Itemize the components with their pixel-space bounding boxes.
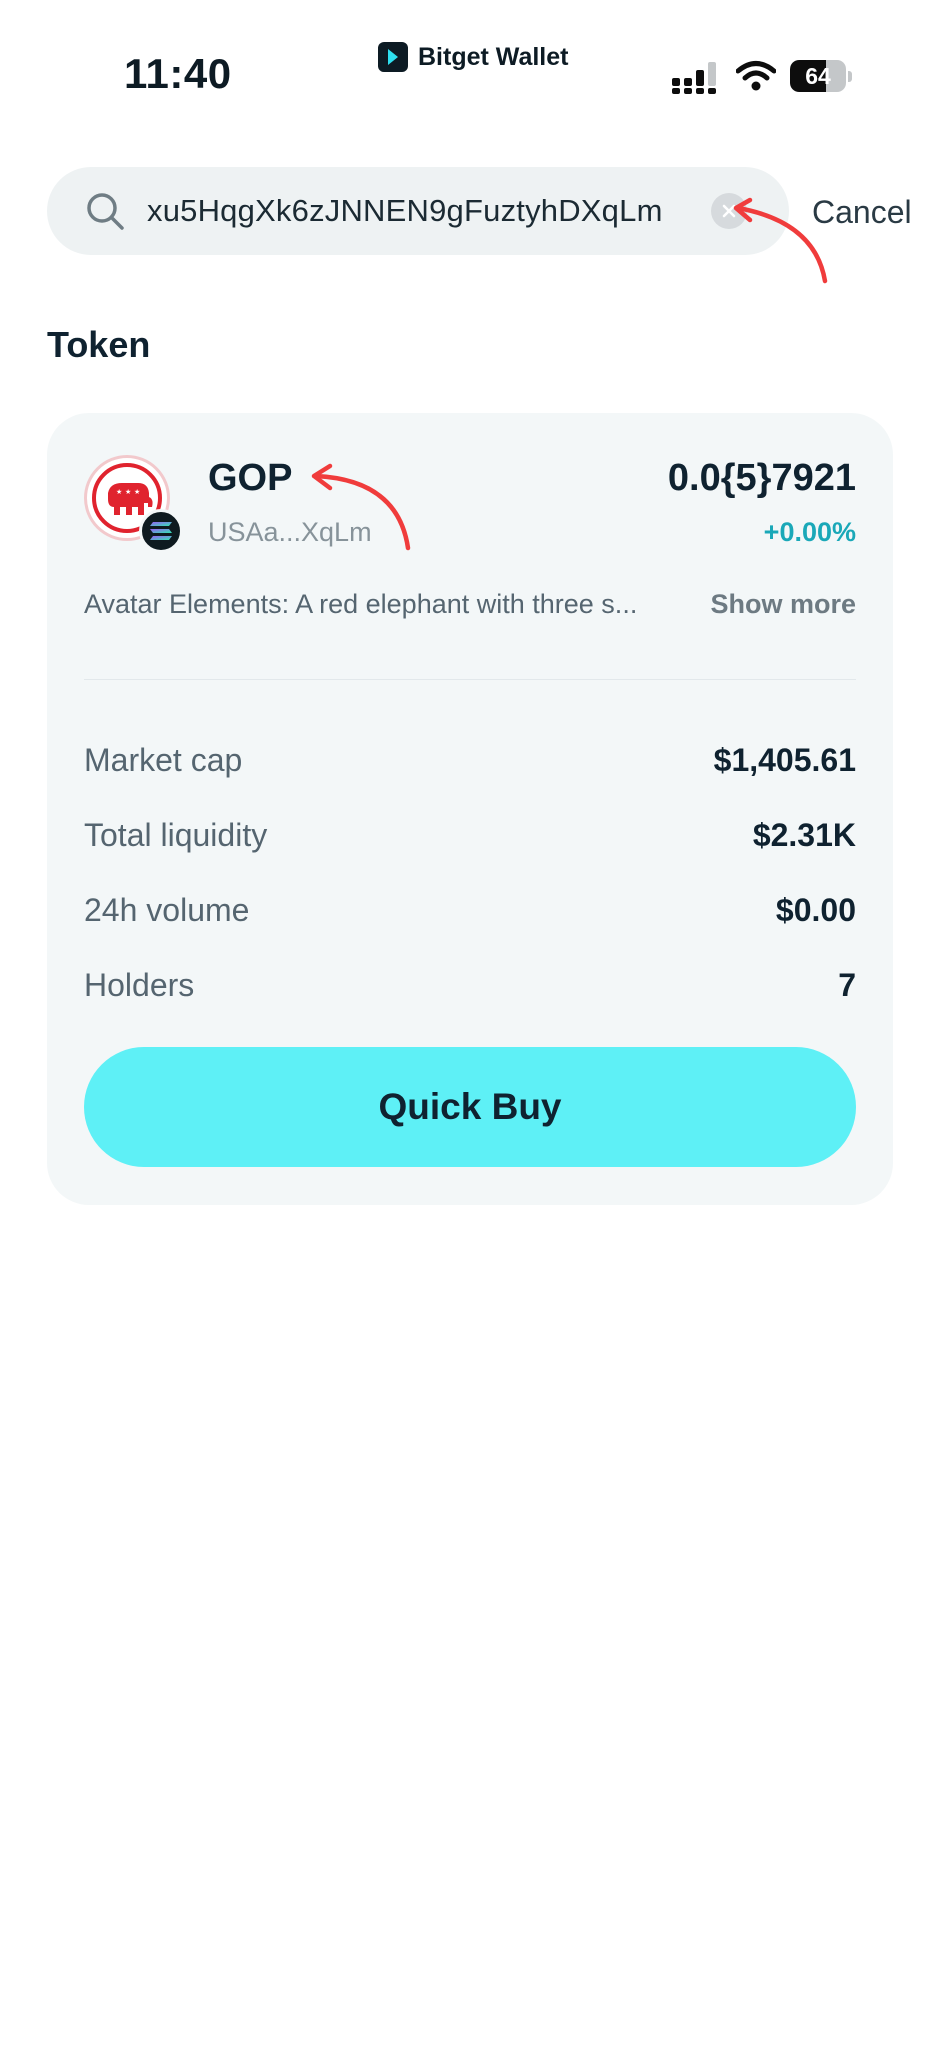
search-input-value: xu5HqgXk6zJNNEN9gFuztyhDXqLm xyxy=(147,193,663,228)
stat-value: $1,405.61 xyxy=(713,742,856,778)
brand: Bitget Wallet xyxy=(378,42,568,72)
cellular-signal-icon xyxy=(672,62,718,99)
token-card[interactable]: ★ ★ ★ GOP USAa...XqLm 0.0{5}7921 +0.00% … xyxy=(47,413,893,1205)
stat-label: Holders xyxy=(84,967,195,1003)
stat-row-total-liquidity: Total liquidity $2.31K xyxy=(84,817,856,854)
stat-row-holders: Holders 7 xyxy=(84,967,856,1004)
svg-text:★: ★ xyxy=(116,488,122,496)
token-name: GOP xyxy=(208,457,293,499)
quick-buy-button[interactable]: Quick Buy xyxy=(84,1047,856,1167)
show-more-button[interactable]: Show more xyxy=(710,589,856,620)
token-address: USAa...XqLm xyxy=(208,517,372,547)
cancel-button[interactable]: Cancel xyxy=(812,194,912,231)
stat-value: $2.31K xyxy=(752,817,856,853)
svg-text:★: ★ xyxy=(134,488,140,496)
divider xyxy=(84,679,856,680)
wifi-icon xyxy=(735,60,777,97)
status-bar: 11:40 Bitget Wallet 64 xyxy=(0,0,941,150)
stat-label: Market cap xyxy=(84,742,243,778)
bitget-logo-icon xyxy=(378,42,408,72)
clear-icon[interactable] xyxy=(711,193,747,229)
solana-icon xyxy=(139,509,183,553)
search-input[interactable]: xu5HqgXk6zJNNEN9gFuztyhDXqLm xyxy=(147,193,707,229)
status-time: 11:40 xyxy=(124,50,232,97)
stat-row-market-cap: Market cap $1,405.61 xyxy=(84,742,856,779)
stat-label: 24h volume xyxy=(84,892,250,928)
token-price-change: +0.00% xyxy=(763,517,856,547)
search-icon xyxy=(83,189,127,233)
token-description: Avatar Elements: A red elephant with thr… xyxy=(84,589,856,620)
stat-row-24h-volume: 24h volume $0.00 xyxy=(84,892,856,929)
battery-level: 64 xyxy=(805,62,831,89)
stat-value: $0.00 xyxy=(775,892,856,928)
svg-text:★: ★ xyxy=(125,488,131,496)
stat-value: 7 xyxy=(838,967,856,1003)
stat-label: Total liquidity xyxy=(84,817,268,853)
token-price: 0.0{5}7921 xyxy=(667,457,856,499)
token-description-text: Avatar Elements: A red elephant with thr… xyxy=(84,589,638,619)
brand-name: Bitget Wallet xyxy=(418,42,569,71)
battery-indicator: 64 xyxy=(790,60,852,92)
section-title-token: Token xyxy=(47,324,151,365)
search-bar[interactable]: xu5HqgXk6zJNNEN9gFuztyhDXqLm xyxy=(47,167,789,255)
